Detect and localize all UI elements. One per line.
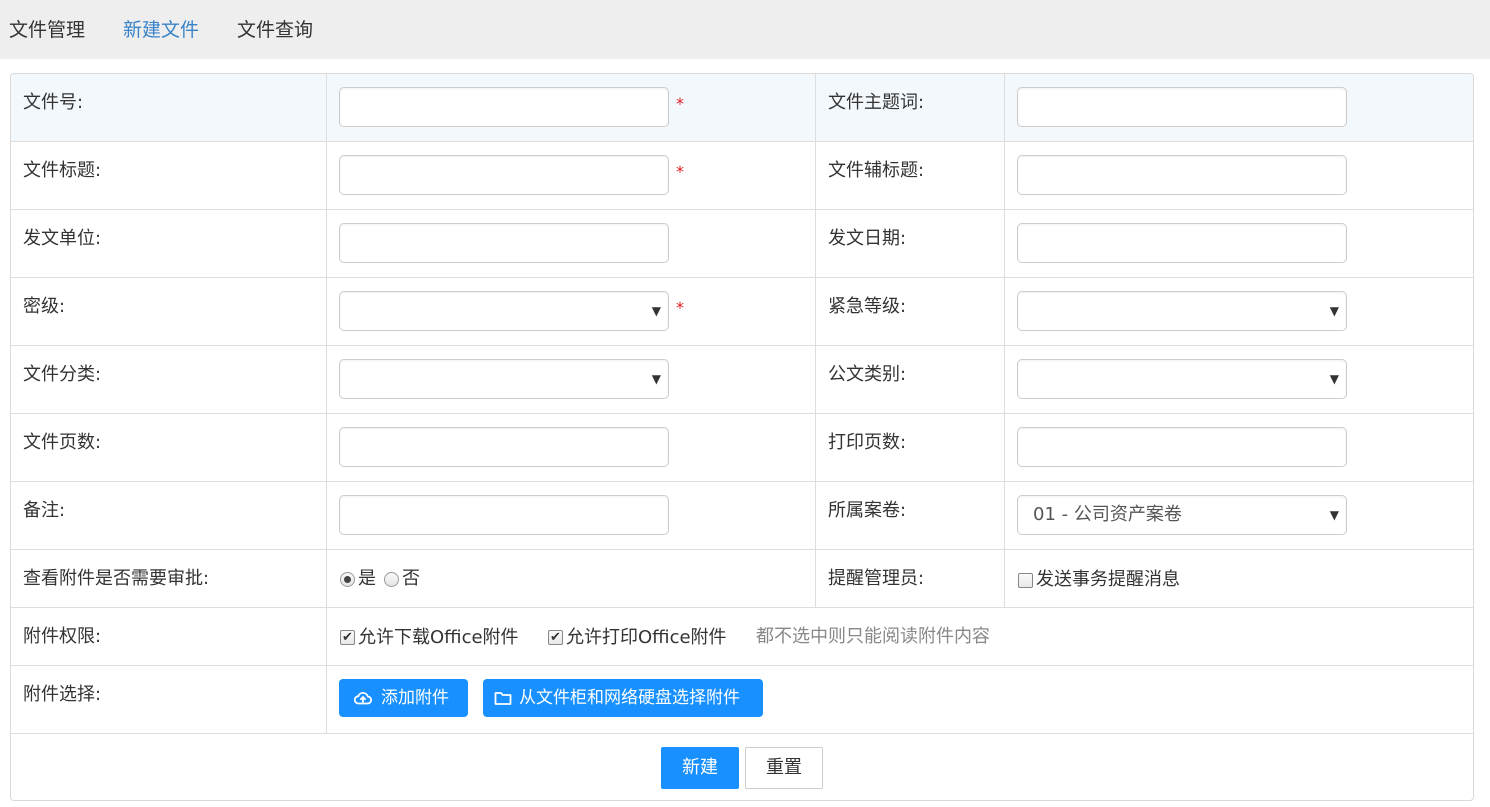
form-row-file-no: 文件号: * 文件主题词: xyxy=(11,74,1473,142)
file-subtitle-label: 文件辅标题: xyxy=(828,160,925,181)
top-nav: 文件管理 新建文件 文件查询 xyxy=(0,0,1490,59)
form-row-attachment-perm: 附件权限: ✔ 允许下载Office附件 ✔ 允许打印Office附件 都不选中… xyxy=(11,608,1473,666)
nav-file-management[interactable]: 文件管理 xyxy=(9,18,85,42)
attachment-select-label: 附件选择: xyxy=(23,684,102,705)
caret-down-icon: ▼ xyxy=(1329,508,1339,522)
issuer-input[interactable] xyxy=(339,223,669,263)
secret-level-select[interactable]: ▼ xyxy=(339,291,669,331)
page-count-input[interactable] xyxy=(339,427,669,467)
print-pages-label: 打印页数: xyxy=(828,432,907,453)
form-row-approval: 查看附件是否需要审批: 是 否 提醒管理员: 发送事务提醒消息 xyxy=(11,550,1473,608)
archive-label: 所属案卷: xyxy=(828,500,907,521)
allow-print-checkbox[interactable]: ✔ xyxy=(548,630,563,645)
approval-no-radio[interactable] xyxy=(384,572,399,587)
form-row-issuer: 发文单位: 发文日期: xyxy=(11,210,1473,278)
file-title-label: 文件标题: xyxy=(23,160,102,181)
issue-date-label: 发文日期: xyxy=(828,228,907,249)
remark-input[interactable] xyxy=(339,495,669,535)
file-subtitle-input[interactable] xyxy=(1017,155,1347,195)
cloud-upload-icon xyxy=(354,692,372,705)
form-row-secret-level: 密级: ▼ * 紧急等级: ▼ xyxy=(11,278,1473,346)
file-keyword-input[interactable] xyxy=(1017,87,1347,127)
archive-select[interactable]: 01 - 公司资产案卷 ▼ xyxy=(1017,495,1347,535)
issuer-label: 发文单位: xyxy=(23,228,102,249)
caret-down-icon: ▼ xyxy=(651,304,661,318)
file-no-input[interactable] xyxy=(339,87,669,127)
form-row-file-title: 文件标题: * 文件辅标题: xyxy=(11,142,1473,210)
approval-yes-label: 是 xyxy=(358,568,376,589)
file-title-input[interactable] xyxy=(339,155,669,195)
urgency-label: 紧急等级: xyxy=(828,296,907,317)
remind-admin-option-label: 发送事务提醒消息 xyxy=(1036,569,1180,590)
required-mark: * xyxy=(676,94,684,113)
archive-value: 01 - 公司资产案卷 xyxy=(1033,504,1182,525)
caret-down-icon: ▼ xyxy=(651,372,661,386)
issue-date-input[interactable] xyxy=(1017,223,1347,263)
secret-level-label: 密级: xyxy=(23,296,66,317)
page-count-label: 文件页数: xyxy=(23,432,102,453)
print-pages-input[interactable] xyxy=(1017,427,1347,467)
attachment-perm-hint: 都不选中则只能阅读附件内容 xyxy=(756,626,990,647)
form-row-remark: 备注: 所属案卷: 01 - 公司资产案卷 ▼ xyxy=(11,482,1473,550)
pick-from-cabinet-label: 从文件柜和网络硬盘选择附件 xyxy=(519,688,740,708)
remind-admin-checkbox[interactable] xyxy=(1018,573,1033,588)
file-keyword-label: 文件主题词: xyxy=(828,92,925,113)
pick-from-cabinet-button[interactable]: 从文件柜和网络硬盘选择附件 xyxy=(483,679,763,717)
add-attachment-button[interactable]: 添加附件 xyxy=(339,679,468,717)
remark-label: 备注: xyxy=(23,500,66,521)
new-file-form: 文件号: * 文件主题词: 文件标题: * 文件辅标题: 发文单位: 发文日期:… xyxy=(10,73,1474,801)
add-attachment-label: 添加附件 xyxy=(381,688,449,708)
nav-file-query[interactable]: 文件查询 xyxy=(237,18,313,42)
reset-button[interactable]: 重置 xyxy=(745,747,823,789)
doc-type-select[interactable]: ▼ xyxy=(1017,359,1347,399)
nav-new-file[interactable]: 新建文件 xyxy=(123,18,199,42)
caret-down-icon: ▼ xyxy=(1329,372,1339,386)
folder-icon xyxy=(494,692,512,705)
urgency-select[interactable]: ▼ xyxy=(1017,291,1347,331)
create-button[interactable]: 新建 xyxy=(661,747,739,789)
caret-down-icon: ▼ xyxy=(1329,304,1339,318)
form-row-attachment-select: 附件选择: 添加附件 从文件柜和网络硬盘选择附件 xyxy=(11,666,1473,734)
file-category-select[interactable]: ▼ xyxy=(339,359,669,399)
allow-download-checkbox[interactable]: ✔ xyxy=(340,630,355,645)
attachment-perm-label: 附件权限: xyxy=(23,626,102,647)
allow-download-label: 允许下载Office附件 xyxy=(358,627,519,648)
allow-print-label: 允许打印Office附件 xyxy=(566,627,727,648)
remind-admin-label: 提醒管理员: xyxy=(828,568,925,589)
doc-type-label: 公文类别: xyxy=(828,364,907,385)
required-mark: * xyxy=(676,298,684,317)
file-no-label: 文件号: xyxy=(23,92,84,113)
approval-no-label: 否 xyxy=(402,568,420,589)
approval-label: 查看附件是否需要审批: xyxy=(23,568,210,589)
form-row-file-category: 文件分类: ▼ 公文类别: ▼ xyxy=(11,346,1473,414)
file-category-label: 文件分类: xyxy=(23,364,102,385)
required-mark: * xyxy=(676,162,684,181)
form-row-page-count: 文件页数: 打印页数: xyxy=(11,414,1473,482)
approval-yes-radio[interactable] xyxy=(340,572,355,587)
